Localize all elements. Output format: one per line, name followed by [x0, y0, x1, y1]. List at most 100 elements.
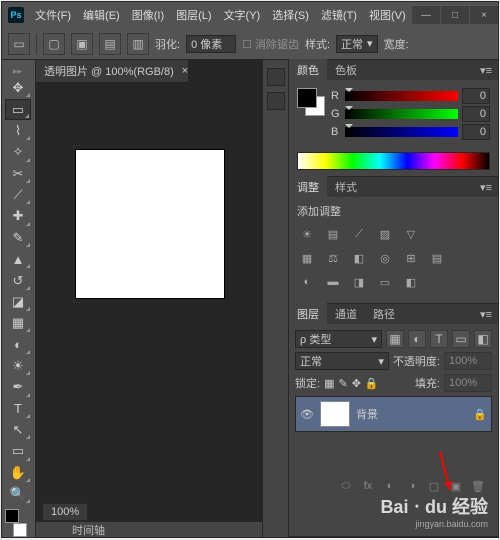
subtract-selection-icon[interactable]: ▤ [99, 33, 121, 55]
document-tab[interactable]: 透明图片 @ 100%(RGB/8) × [36, 60, 189, 82]
blend-mode-dropdown[interactable]: 正常▾ [295, 352, 389, 370]
filter-adjust-icon[interactable]: ◐ [408, 330, 426, 348]
move-tool[interactable]: ✥ [5, 78, 31, 98]
gradient-map-icon[interactable]: ▭ [375, 273, 395, 291]
levels-icon[interactable]: ▤ [323, 225, 343, 243]
threshold-icon[interactable]: ◨ [349, 273, 369, 291]
invert-icon[interactable]: ◐ [297, 273, 317, 291]
filter-smart-icon[interactable]: ◧ [474, 330, 492, 348]
background-swatch[interactable] [13, 523, 27, 537]
link-layers-icon[interactable]: ⬭ [338, 478, 354, 494]
layer-filter-dropdown[interactable]: ρ 类型▾ [295, 330, 382, 348]
history-panel-icon[interactable] [267, 68, 285, 86]
canvas[interactable] [76, 150, 224, 298]
menu-layer[interactable]: 图层(L) [171, 4, 216, 26]
layer-row[interactable]: 👁 背景 🔒 [295, 396, 492, 432]
lock-paint-icon[interactable]: ✎ [338, 377, 347, 390]
g-slider[interactable] [345, 109, 458, 119]
tab-paths[interactable]: 路径 [365, 303, 403, 325]
lookup-icon[interactable]: ▤ [427, 249, 447, 267]
panel-menu-icon[interactable]: ▾≡ [474, 308, 498, 321]
foreground-swatch[interactable] [5, 509, 19, 523]
visibility-icon[interactable]: 👁 [300, 408, 314, 421]
selective-icon[interactable]: ◧ [401, 273, 421, 291]
tab-channels[interactable]: 通道 [327, 303, 365, 325]
panel-menu-icon[interactable]: ▾≡ [474, 64, 498, 77]
hue-icon[interactable]: ▦ [297, 249, 317, 267]
balance-icon[interactable]: ⚖ [323, 249, 343, 267]
lasso-tool[interactable]: ⌇ [5, 121, 31, 141]
photo-filter-icon[interactable]: ◎ [375, 249, 395, 267]
tab-styles[interactable]: 样式 [327, 176, 365, 198]
style-dropdown[interactable]: 正常▾ [336, 35, 378, 53]
eraser-tool[interactable]: ◪ [5, 292, 31, 312]
tab-layers[interactable]: 图层 [289, 303, 327, 325]
dodge-tool[interactable]: ☀ [5, 356, 31, 376]
zoom-tool[interactable]: 🔍 [5, 484, 31, 504]
menu-select[interactable]: 选择(S) [267, 4, 314, 26]
curves-icon[interactable]: ⟋ [349, 225, 369, 243]
tool-preset-icon[interactable]: ▭ [8, 33, 30, 55]
zoom-field[interactable]: 100% [42, 503, 88, 521]
b-value[interactable]: 0 [462, 124, 490, 140]
tab-close-icon[interactable]: × [182, 65, 188, 77]
lock-move-icon[interactable]: ✥ [352, 377, 361, 390]
lock-all-icon[interactable]: 🔒 [365, 377, 379, 390]
path-tool[interactable]: ↖ [5, 420, 31, 440]
color-spectrum[interactable] [297, 152, 490, 170]
close-button[interactable]: × [470, 6, 498, 24]
color-swatches[interactable] [5, 509, 31, 537]
stamp-tool[interactable]: ▲ [5, 249, 31, 269]
menu-file[interactable]: 文件(F) [30, 4, 76, 26]
fill-field[interactable]: 100% [444, 374, 492, 392]
new-group-icon[interactable]: ▢ [426, 478, 442, 494]
properties-panel-icon[interactable] [267, 92, 285, 110]
hand-tool[interactable]: ✋ [5, 463, 31, 483]
menu-view[interactable]: 视图(V) [364, 4, 411, 26]
menu-image[interactable]: 图像(I) [127, 4, 169, 26]
lock-trans-icon[interactable]: ▦ [324, 377, 334, 390]
panel-menu-icon[interactable]: ▾≡ [474, 181, 498, 194]
pen-tool[interactable]: ✒ [5, 377, 31, 397]
menu-type[interactable]: 文字(Y) [219, 4, 266, 26]
fg-color[interactable] [297, 88, 317, 108]
layer-thumbnail[interactable] [320, 401, 350, 427]
filter-shape-icon[interactable]: ▭ [452, 330, 470, 348]
gradient-tool[interactable]: ▦ [5, 313, 31, 333]
marquee-tool[interactable]: ▭ [5, 99, 31, 120]
maximize-button[interactable]: □ [441, 6, 469, 24]
crop-tool[interactable]: ✂ [5, 164, 31, 184]
blur-tool[interactable]: ◐ [5, 334, 31, 354]
shape-tool[interactable]: ▭ [5, 441, 31, 461]
r-slider[interactable] [345, 91, 458, 101]
filter-type-icon[interactable]: T [430, 330, 448, 348]
brush-tool[interactable]: ✎ [5, 228, 31, 248]
tab-adjustments[interactable]: 调整 [289, 176, 327, 198]
posterize-icon[interactable]: ▬ [323, 273, 343, 291]
menu-edit[interactable]: 编辑(E) [78, 4, 125, 26]
type-tool[interactable]: T [5, 399, 31, 419]
wand-tool[interactable]: ✧ [5, 142, 31, 162]
healing-tool[interactable]: ✚ [5, 206, 31, 226]
b-slider[interactable] [345, 127, 458, 137]
layer-name[interactable]: 背景 [356, 406, 378, 422]
history-brush-tool[interactable]: ↺ [5, 270, 31, 290]
bw-icon[interactable]: ◧ [349, 249, 369, 267]
filter-pixel-icon[interactable]: ▦ [386, 330, 404, 348]
g-value[interactable]: 0 [462, 106, 490, 122]
add-selection-icon[interactable]: ▣ [71, 33, 93, 55]
exposure-icon[interactable]: ▨ [375, 225, 395, 243]
tab-color[interactable]: 颜色 [289, 59, 327, 81]
layer-mask-icon[interactable]: ◐ [382, 478, 398, 494]
opacity-field[interactable]: 100% [444, 352, 492, 370]
panel-color-swatches[interactable] [297, 88, 325, 116]
brightness-icon[interactable]: ☀ [297, 225, 317, 243]
new-adjust-icon[interactable]: ◑ [404, 478, 420, 494]
menu-filter[interactable]: 滤镜(T) [316, 4, 362, 26]
mixer-icon[interactable]: ⊞ [401, 249, 421, 267]
tab-swatches[interactable]: 色板 [327, 59, 365, 81]
r-value[interactable]: 0 [462, 88, 490, 104]
eyedropper-tool[interactable]: ⟋ [5, 185, 31, 205]
intersect-selection-icon[interactable]: ▥ [127, 33, 149, 55]
layer-fx-icon[interactable]: fx [360, 478, 376, 494]
